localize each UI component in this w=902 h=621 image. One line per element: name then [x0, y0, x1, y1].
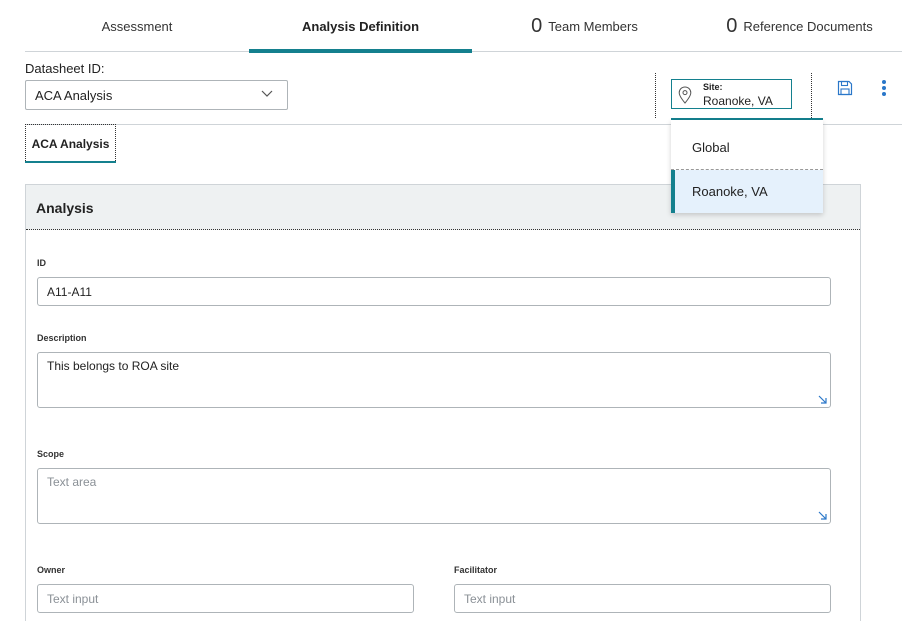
- datasheet-select[interactable]: ACA Analysis: [25, 80, 288, 110]
- tab-bar: Assessment Analysis Definition 0 Team Me…: [25, 0, 902, 53]
- tab-label: Assessment: [101, 18, 173, 34]
- tab-team-members[interactable]: 0 Team Members: [472, 0, 697, 52]
- tab-assessment[interactable]: Assessment: [25, 0, 249, 52]
- site-option-roanoke[interactable]: Roanoke, VA: [671, 170, 823, 213]
- tab-count: 0: [726, 14, 738, 37]
- site-picker[interactable]: Site: Roanoke, VA: [671, 79, 792, 109]
- resize-handle-icon[interactable]: [818, 395, 827, 404]
- more-options-icon[interactable]: [882, 80, 886, 97]
- analysis-panel: Analysis ID A11-A11 Description This bel…: [25, 184, 861, 621]
- id-label: ID: [37, 258, 46, 268]
- chevron-down-icon: [261, 90, 273, 97]
- owner-label: Owner: [37, 565, 66, 575]
- datasheet-subtab[interactable]: ACA Analysis: [25, 124, 116, 163]
- scope-field[interactable]: Text area: [37, 468, 831, 524]
- site-label: Site:: [703, 82, 723, 92]
- site-dropdown: Global Roanoke, VA: [671, 120, 823, 213]
- tab-label: Team Members: [548, 18, 638, 34]
- datasheet-selected-value: ACA Analysis: [35, 87, 113, 103]
- facilitator-placeholder: Text input: [464, 592, 516, 606]
- scope-label: Scope: [37, 449, 65, 459]
- description-value: This belongs to ROA site: [47, 359, 180, 373]
- owner-field[interactable]: Text input: [37, 584, 414, 613]
- tab-label: Reference Documents: [743, 18, 873, 34]
- save-icon[interactable]: [837, 80, 853, 96]
- id-value: A11-A11: [47, 285, 92, 299]
- subtab-label: ACA Analysis: [31, 137, 110, 151]
- site-option-label: Global: [692, 140, 730, 155]
- location-pin-icon: [678, 86, 692, 104]
- divider: [655, 73, 656, 118]
- tab-label: Analysis Definition: [301, 18, 420, 34]
- resize-handle-icon[interactable]: [818, 511, 827, 520]
- description-field[interactable]: This belongs to ROA site: [37, 352, 831, 408]
- site-value: Roanoke, VA: [703, 94, 773, 108]
- id-field[interactable]: A11-A11: [37, 277, 831, 306]
- panel-title: Analysis: [36, 200, 94, 216]
- description-label: Description: [37, 333, 87, 343]
- scope-placeholder: Text area: [47, 475, 97, 489]
- divider: [811, 73, 812, 118]
- facilitator-field[interactable]: Text input: [454, 584, 831, 613]
- tab-count: 0: [531, 14, 543, 37]
- tab-reference-documents[interactable]: 0 Reference Documents: [697, 0, 902, 52]
- facilitator-label: Facilitator: [454, 565, 498, 575]
- tab-analysis-definition[interactable]: Analysis Definition: [249, 0, 472, 53]
- site-option-label: Roanoke, VA: [692, 184, 768, 199]
- owner-placeholder: Text input: [47, 592, 99, 606]
- datasheet-label: Datasheet ID:: [25, 61, 105, 76]
- site-option-global[interactable]: Global: [671, 126, 823, 170]
